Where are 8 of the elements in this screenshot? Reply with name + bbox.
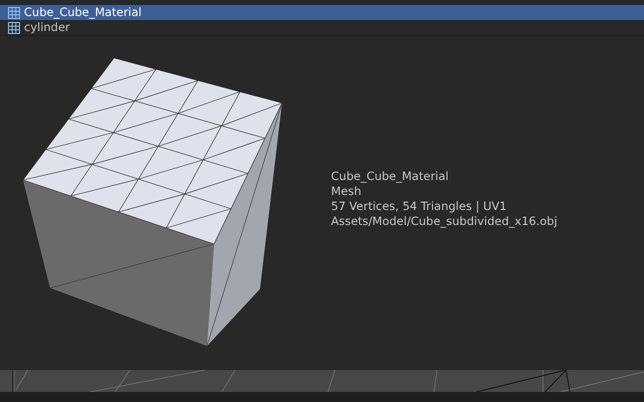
asset-list-item[interactable]: cylinder	[0, 20, 644, 35]
mesh-grid-icon	[8, 22, 20, 34]
preview-info-text: Cube_Cube_Material	[331, 169, 450, 184]
mesh-grid-icon	[8, 6, 20, 18]
preview-info-text: Mesh	[331, 184, 362, 199]
preview-info-text: 57 Vertices, 54 Triangles | UV1	[331, 199, 508, 214]
asset-list-item[interactable]: Cube_Cube_Material	[0, 5, 644, 20]
preview-info-text: Assets/Model/Cube_subdivided_x16.obj	[331, 214, 558, 229]
